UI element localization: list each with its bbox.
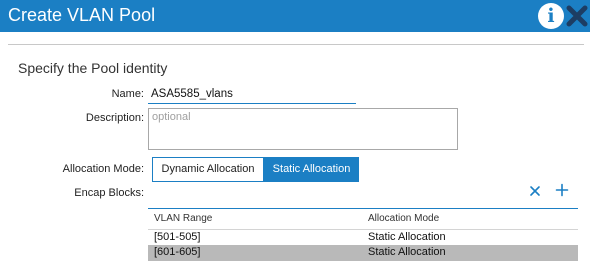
remove-icon [530,186,540,196]
info-icon: i [547,5,555,27]
encap-blocks-label: Encap Blocks: [74,187,144,199]
section-title: Specify the Pool identity [18,60,168,76]
description-label: Description: [85,112,144,124]
name-input[interactable] [148,84,356,104]
add-encap-block-button[interactable] [555,183,569,197]
allocation-mode-cell: Static Allocation [368,231,446,243]
info-button[interactable]: i [538,3,564,29]
column-header-allocation-mode[interactable]: Allocation Mode [368,213,439,224]
dialog-title: Create VLAN Pool [8,5,156,25]
allocation-mode-label: Allocation Mode: [62,163,144,175]
static-allocation-button[interactable]: Static Allocation [264,157,359,182]
vlan-range-cell: [601-605] [154,246,201,258]
column-header-vlan-range[interactable]: VLAN Range [154,213,212,224]
dialog-titlebar: Create VLAN Pool i [0,0,590,32]
allocation-mode-cell: Static Allocation [368,246,446,258]
vlan-range-cell: [501-505] [154,231,201,243]
table-row-selected[interactable]: [601-605] Static Allocation [148,245,578,261]
remove-encap-block-button[interactable] [528,184,542,198]
table-row[interactable]: [501-505] Static Allocation [148,229,578,245]
close-button[interactable] [566,3,588,29]
title-divider [8,44,584,45]
description-input[interactable] [148,108,458,150]
dynamic-allocation-button[interactable]: Dynamic Allocation [152,157,264,182]
encap-table-top-border [148,208,578,209]
add-icon [555,183,569,197]
close-icon [566,5,588,27]
name-label: Name: [111,88,144,100]
